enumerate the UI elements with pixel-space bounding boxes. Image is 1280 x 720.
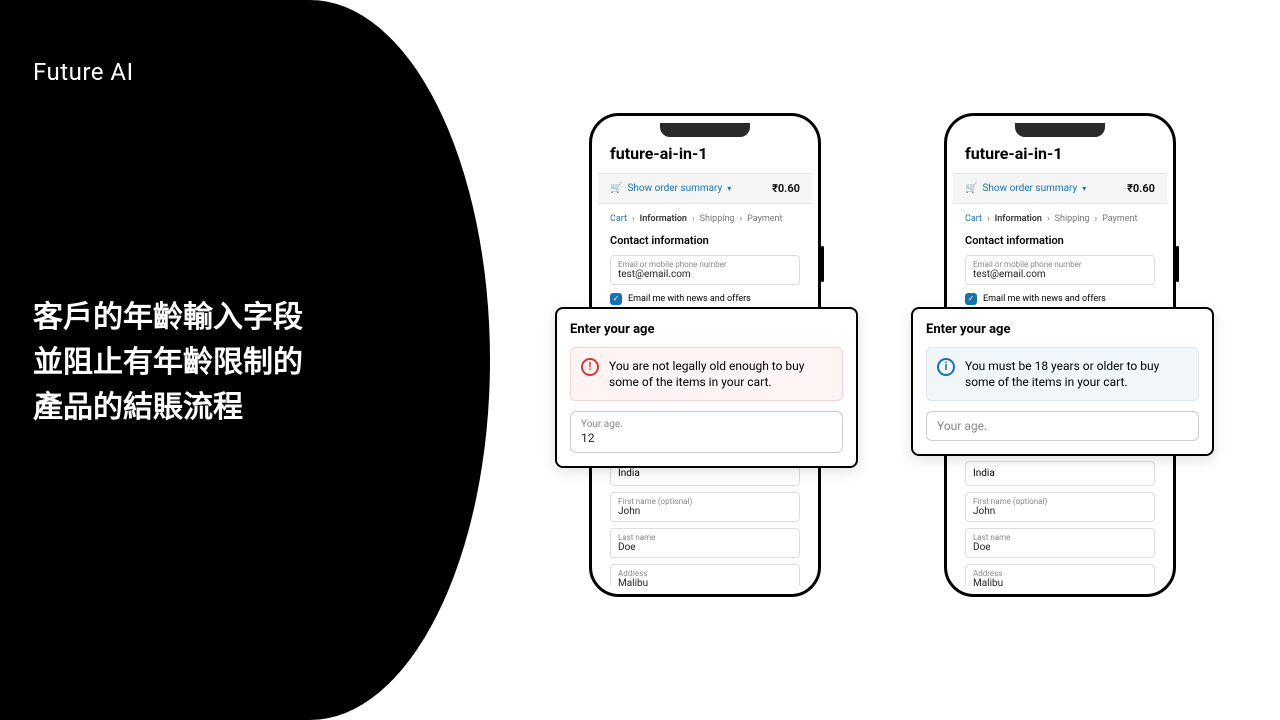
summary-label: Show order summary <box>982 183 1077 194</box>
brand-logo: Future AI <box>33 58 134 86</box>
lastname-field[interactable]: Last name Doe <box>965 528 1155 558</box>
chevron-down-icon: ▾ <box>727 184 731 193</box>
crumb-shipping: Shipping <box>1055 214 1090 224</box>
firstname-field[interactable]: First name (optional) John <box>610 492 800 522</box>
headline-line: 產品的結賬流程 <box>33 385 303 430</box>
contact-heading: Contact information <box>598 230 812 255</box>
news-label: Email me with news and offers <box>983 294 1106 304</box>
crumb-information: Information <box>995 214 1042 224</box>
alert-icon: ! <box>581 358 599 376</box>
info-message: You must be 18 years or older to buy som… <box>965 358 1188 390</box>
order-summary-bar[interactable]: 🛒 Show order summary ▾ ₹0.60 <box>953 173 1167 204</box>
chevron-down-icon: ▾ <box>1082 184 1086 193</box>
error-banner: ! You are not legally old enough to buy … <box>570 347 843 401</box>
firstname-field[interactable]: First name (optional) John <box>965 492 1155 522</box>
email-field[interactable]: Email or mobile phone number test@email.… <box>610 255 800 285</box>
crumb-payment: Payment <box>1102 214 1137 224</box>
breadcrumb: Cart › Information › Shipping › Payment <box>953 204 1167 230</box>
address-field[interactable]: Address Malibu <box>610 564 800 588</box>
checkbox-checked-icon[interactable]: ✓ <box>965 293 977 305</box>
country-select[interactable]: India <box>965 461 1155 486</box>
popup-title: Enter your age <box>570 322 843 337</box>
age-input[interactable]: Your age. 12 <box>570 411 843 453</box>
cart-icon: 🛒 <box>610 183 622 194</box>
breadcrumb: Cart › Information › Shipping › Payment <box>598 204 812 230</box>
lastname-field[interactable]: Last name Doe <box>610 528 800 558</box>
crumb-payment: Payment <box>747 214 782 224</box>
info-banner: i You must be 18 years or older to buy s… <box>926 347 1199 401</box>
store-title: future-ai-in-1 <box>598 122 812 173</box>
age-popup-error: Enter your age ! You are not legally old… <box>555 307 858 468</box>
summary-label: Show order summary <box>627 183 722 194</box>
headline: 客戶的年齡輸入字段 並阻止有年齡限制的 產品的結賬流程 <box>33 295 303 430</box>
crumb-information: Information <box>640 214 687 224</box>
contact-heading: Contact information <box>953 230 1167 255</box>
headline-line: 並阻止有年齡限制的 <box>33 340 303 385</box>
crumb-cart[interactable]: Cart <box>965 214 982 224</box>
address-field[interactable]: Address Malibu <box>965 564 1155 588</box>
order-total: ₹0.60 <box>1127 182 1155 195</box>
info-icon: i <box>937 358 955 376</box>
email-field[interactable]: Email or mobile phone number test@email.… <box>965 255 1155 285</box>
checkbox-checked-icon[interactable]: ✓ <box>610 293 622 305</box>
headline-line: 客戶的年齡輸入字段 <box>33 295 303 340</box>
news-label: Email me with news and offers <box>628 294 751 304</box>
order-summary-bar[interactable]: 🛒 Show order summary ▾ ₹0.60 <box>598 173 812 204</box>
order-total: ₹0.60 <box>772 182 800 195</box>
crumb-shipping: Shipping <box>700 214 735 224</box>
popup-title: Enter your age <box>926 322 1199 337</box>
store-title: future-ai-in-1 <box>953 122 1167 173</box>
age-popup-info: Enter your age i You must be 18 years or… <box>911 307 1214 456</box>
age-input[interactable]: Your age. <box>926 411 1199 441</box>
cart-icon: 🛒 <box>965 183 977 194</box>
crumb-cart[interactable]: Cart <box>610 214 627 224</box>
error-message: You are not legally old enough to buy so… <box>609 358 832 390</box>
